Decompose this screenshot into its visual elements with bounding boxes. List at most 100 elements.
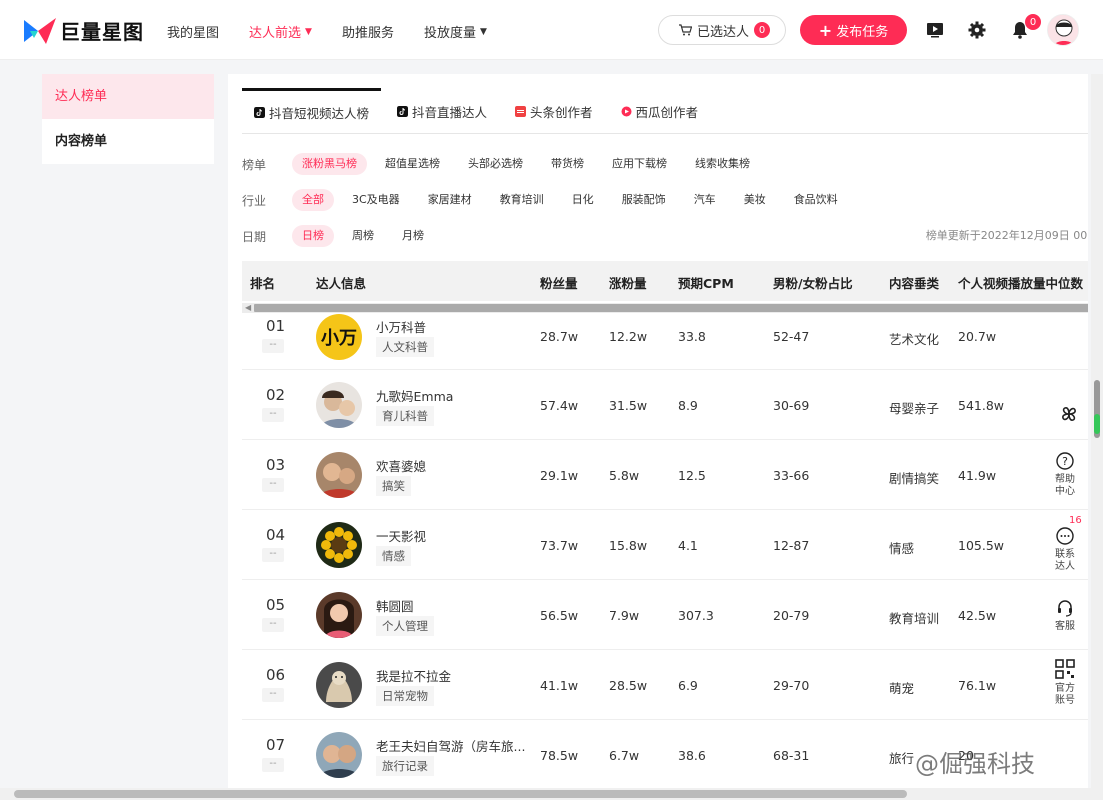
filter-option[interactable]: 汽车: [684, 189, 726, 211]
column-header-gender-ratio[interactable]: 男粉/女粉占比: [773, 273, 853, 292]
table-row[interactable]: 03 -- 欢喜婆媳 搞笑 29.1w 5.8w 12.5 33-66 剧情搞笑…: [242, 440, 1088, 510]
talent-name[interactable]: 九歌妈Emma: [376, 386, 453, 405]
contact-talent-button[interactable]: 联系 达人: [1050, 527, 1080, 573]
rank-change: --: [262, 618, 284, 632]
talent-name[interactable]: 老王夫妇自驾游（房车旅...: [376, 736, 525, 755]
filter-option[interactable]: 线索收集榜: [685, 153, 760, 175]
table-horizontal-scrollbar[interactable]: ◀: [242, 303, 1088, 313]
talent-avatar[interactable]: [316, 732, 362, 778]
filter-option[interactable]: 全部: [292, 189, 334, 211]
nav-talent-select[interactable]: 达人前选 ▼: [249, 22, 312, 41]
filter-option[interactable]: 月榜: [392, 225, 434, 247]
growth-cell: 28.5w: [609, 678, 648, 693]
tab-toutiao[interactable]: 头条创作者: [503, 88, 605, 134]
talent-name[interactable]: 一天影视: [376, 526, 426, 545]
scrollbar-thumb[interactable]: [14, 790, 907, 798]
table-row[interactable]: 01 -- 小万 小万科普 人文科普 28.7w 12.2w 33.8 52-4…: [242, 314, 1088, 370]
svg-text:小万: 小万: [321, 328, 357, 349]
user-avatar[interactable]: [1047, 14, 1079, 46]
headset-icon: [1058, 600, 1072, 617]
nav-label: 达人前选: [249, 26, 302, 41]
plays-cell: 20.7w: [958, 329, 997, 344]
talent-name[interactable]: 欢喜婆媳: [376, 456, 426, 475]
talent-tag: 搞笑: [376, 476, 411, 496]
column-header-category[interactable]: 内容垂类: [889, 273, 939, 292]
sidebar-item-content-list[interactable]: 内容榜单: [42, 119, 214, 164]
filter-option[interactable]: 头部必选榜: [458, 153, 533, 175]
tab-douyin-live[interactable]: 抖音直播达人: [385, 88, 499, 134]
nav-measurement[interactable]: 投放度量 ▼: [424, 22, 487, 41]
filter-option[interactable]: 服装配饰: [612, 189, 676, 211]
nav-boost-service[interactable]: 助推服务: [342, 22, 394, 41]
fans-cell: 57.4w: [540, 398, 579, 413]
filter-option[interactable]: 应用下载榜: [602, 153, 677, 175]
talent-avatar[interactable]: [316, 382, 362, 428]
xigua-icon: [621, 106, 632, 116]
column-header-plays[interactable]: 个人视频播放量中位数: [958, 273, 1083, 292]
table-row[interactable]: 06 -- 我是拉不拉金 日常宠物 41.1w 28.5w 6.9 29-70 …: [242, 650, 1088, 720]
pinwheel-icon[interactable]: [1051, 402, 1087, 430]
bell-count-badge: 0: [1025, 14, 1041, 30]
scrollbar-thumb[interactable]: [254, 304, 1088, 312]
filter-option[interactable]: 美妆: [734, 189, 776, 211]
filter-option[interactable]: 3C及电器: [342, 189, 410, 211]
growth-cell: 5.8w: [609, 468, 640, 483]
talent-avatar[interactable]: [316, 452, 362, 498]
column-header-growth[interactable]: 涨粉量: [609, 273, 647, 292]
filter-option[interactable]: 超值星选榜: [375, 153, 450, 175]
talent-name[interactable]: 小万科普: [376, 317, 426, 336]
talent-avatar[interactable]: [316, 522, 362, 568]
help-center-button[interactable]: ? 帮助 中心: [1050, 452, 1080, 498]
rank-number: 04: [266, 526, 286, 544]
page-horizontal-scrollbar[interactable]: [0, 788, 1103, 800]
talent-avatar[interactable]: [316, 662, 362, 708]
column-header-fans[interactable]: 粉丝量: [540, 273, 578, 292]
page-vertical-scrollbar[interactable]: [1091, 74, 1103, 788]
filter-option[interactable]: 日化: [562, 189, 604, 211]
filter-label: 榜单: [242, 157, 267, 172]
filter-option[interactable]: 教育培训: [490, 189, 554, 211]
talent-name[interactable]: 我是拉不拉金: [376, 666, 451, 685]
filter-option[interactable]: 涨粉黑马榜: [292, 153, 367, 175]
plays-cell: 105.5w: [958, 538, 1005, 553]
talent-tag: 旅行记录: [376, 756, 434, 776]
scroll-left-icon[interactable]: ◀: [245, 303, 251, 312]
table-row[interactable]: 02 -- 九歌妈Emma 育儿科普 57.4w 31.5w 8.9 30-69…: [242, 370, 1088, 440]
tab-douyin-video[interactable]: 抖音短视频达人榜: [242, 88, 382, 134]
table-row[interactable]: 05 -- 韩圆圆 个人管理 56.5w 7.9w 307.3 20-79 教育…: [242, 580, 1088, 650]
rank-change: --: [262, 339, 284, 353]
watermark: @倔强科技: [915, 750, 1035, 778]
customer-service-button[interactable]: 客服: [1050, 599, 1080, 633]
gear-icon[interactable]: [967, 20, 987, 40]
column-header-rank[interactable]: 排名: [250, 273, 275, 292]
rank-number: 07: [266, 736, 286, 754]
column-header-cpm[interactable]: 预期CPM: [678, 273, 734, 292]
logo[interactable]: 巨量星图: [24, 16, 144, 45]
filter-option[interactable]: 带货榜: [541, 153, 594, 175]
column-header-info[interactable]: 达人信息: [316, 273, 366, 292]
ratio-cell: 20-79: [773, 608, 810, 623]
filter-option[interactable]: 家居建材: [418, 189, 482, 211]
app-root: { "header": { "logo_text": "巨量星图", "nav"…: [0, 0, 1103, 800]
category-cell: 旅行: [889, 751, 915, 766]
tab-xigua[interactable]: 西瓜创作者: [609, 88, 711, 134]
nav-my-star[interactable]: 我的星图: [167, 22, 219, 41]
filter-option[interactable]: 日榜: [292, 225, 334, 247]
cpm-cell: 8.9: [678, 398, 698, 413]
rank-change: --: [262, 478, 284, 492]
screen-icon[interactable]: [925, 20, 945, 40]
talent-avatar[interactable]: 小万: [316, 314, 362, 360]
talent-name[interactable]: 韩圆圆: [376, 596, 414, 615]
official-account-button[interactable]: 官方 账号: [1050, 659, 1080, 707]
selected-talents-button[interactable]: 已选达人 0: [658, 15, 786, 45]
publish-task-button[interactable]: + 发布任务: [800, 15, 907, 45]
filter-option[interactable]: 食品饮料: [784, 189, 848, 211]
sidebar-item-talent-list[interactable]: 达人榜单: [42, 74, 214, 119]
filter-option[interactable]: 周榜: [342, 225, 384, 247]
cpm-cell: 6.9: [678, 678, 698, 693]
filter-row-date: 日期 日榜 周榜 月榜: [242, 224, 442, 248]
table-row[interactable]: 04 -- 一天影视 情感 73.7w 15.8w 4.1 12-87 情感 1…: [242, 510, 1088, 580]
filter-label: 日期: [242, 229, 267, 244]
talent-avatar[interactable]: [316, 592, 362, 638]
cpm-cell: 38.6: [678, 748, 706, 763]
